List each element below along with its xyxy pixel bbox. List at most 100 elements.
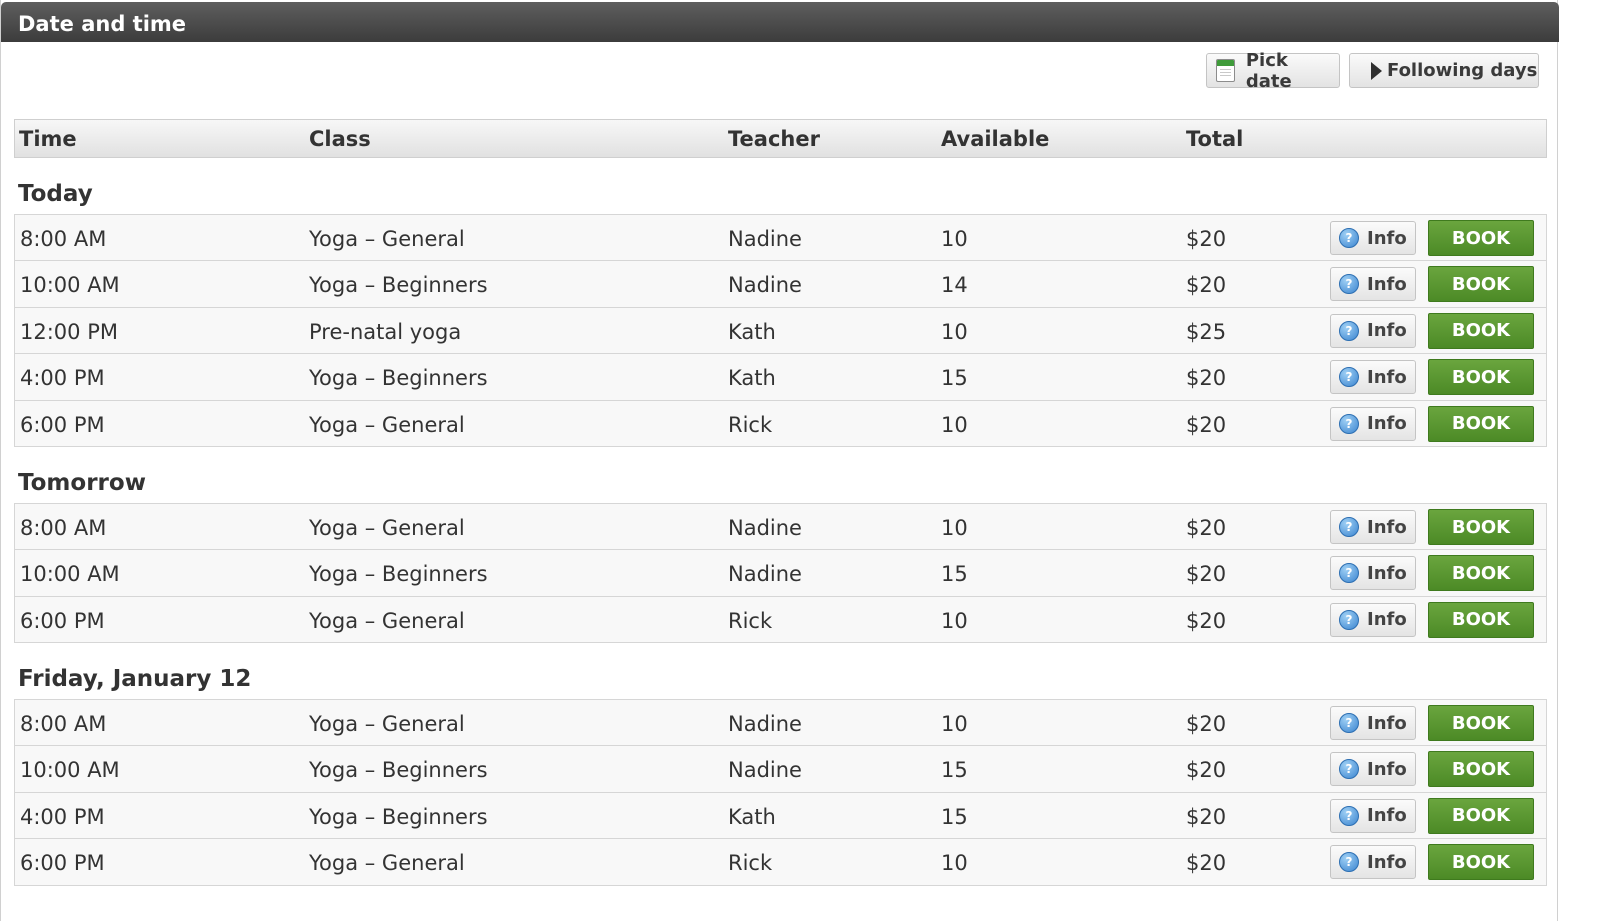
class-name: Pre-natal yoga xyxy=(309,319,462,344)
info-button[interactable]: ? Info xyxy=(1330,556,1416,591)
info-button[interactable]: ? Info xyxy=(1330,267,1416,302)
class-total: $20 xyxy=(1186,804,1227,829)
help-icon: ? xyxy=(1339,563,1359,584)
book-button[interactable]: BOOK xyxy=(1428,312,1534,349)
class-row: 4:00 PM Yoga – Beginners Kath 15 $20? Info BOO… xyxy=(15,792,1546,840)
class-total: $20 xyxy=(1186,758,1227,783)
info-label: Info xyxy=(1367,413,1407,435)
class-row: 6:00 PM Yoga – General Rick 10 $20? Info BOOK xyxy=(15,400,1546,447)
class-available: 15 xyxy=(941,758,968,783)
book-button[interactable]: BOOK xyxy=(1428,509,1534,545)
help-icon: ? xyxy=(1339,609,1359,630)
class-row: 6:00 PM Yoga – General Rick 10 $20? Info BOOK xyxy=(15,596,1546,644)
help-icon: ? xyxy=(1339,759,1359,780)
panel-title: Date and time xyxy=(18,12,187,36)
class-teacher: Kath xyxy=(728,804,776,829)
day-group-table: 8:00 AM Yoga – General Nadine 10 $20? Info BOO… xyxy=(14,699,1547,886)
info-button[interactable]: ? Info xyxy=(1330,406,1416,441)
day-heading: Tomorrow xyxy=(18,470,146,496)
class-teacher: Nadine xyxy=(728,758,802,783)
class-total: $20 xyxy=(1186,562,1227,587)
class-name: Yoga – Beginners xyxy=(309,366,488,391)
class-total: $20 xyxy=(1186,608,1227,633)
info-button[interactable]: ? Info xyxy=(1330,221,1416,255)
column-header-total: Total xyxy=(1186,127,1244,151)
class-time: 4:00 PM xyxy=(20,366,105,391)
info-label: Info xyxy=(1367,851,1407,873)
day-group-table: 8:00 AM Yoga – General Nadine 10 $20? Info BOO… xyxy=(14,214,1547,447)
class-time: 10:00 AM xyxy=(20,758,120,783)
info-label: Info xyxy=(1367,320,1407,342)
book-button[interactable]: BOOK xyxy=(1428,751,1534,788)
class-total: $20 xyxy=(1186,273,1227,298)
info-button[interactable]: ? Info xyxy=(1330,360,1416,395)
info-button[interactable]: ? Info xyxy=(1330,752,1416,787)
book-button[interactable]: BOOK xyxy=(1428,220,1534,256)
class-teacher: Kath xyxy=(728,319,776,344)
class-name: Yoga – General xyxy=(309,851,465,876)
day-heading: Friday, January 12 xyxy=(18,666,252,692)
class-time: 8:00 AM xyxy=(20,227,107,251)
book-button[interactable]: BOOK xyxy=(1428,797,1534,834)
following-days-label: Following days xyxy=(1387,60,1538,81)
book-button[interactable]: BOOK xyxy=(1428,359,1534,396)
class-name: Yoga – General xyxy=(309,227,465,251)
calendar-icon xyxy=(1216,59,1235,82)
class-available: 10 xyxy=(941,319,968,344)
info-button[interactable]: ? Info xyxy=(1330,510,1416,544)
class-teacher: Kath xyxy=(728,366,776,391)
info-label: Info xyxy=(1367,516,1407,538)
panel-titlebar: Date and time xyxy=(1,2,1559,42)
class-available: 10 xyxy=(941,412,968,437)
day-group-table: 8:00 AM Yoga – General Nadine 10 $20? Info BOO… xyxy=(14,503,1547,644)
info-label: Info xyxy=(1367,609,1407,631)
class-total: $20 xyxy=(1186,851,1227,876)
class-time: 8:00 AM xyxy=(20,712,107,736)
day-heading: Today xyxy=(18,181,93,207)
book-button[interactable]: BOOK xyxy=(1428,555,1534,592)
info-label: Info xyxy=(1367,273,1407,295)
class-available: 15 xyxy=(941,366,968,391)
pick-date-button[interactable]: Pick date xyxy=(1206,50,1340,92)
class-time: 6:00 PM xyxy=(20,608,105,633)
table-header: Time Class Teacher Available Total xyxy=(14,119,1547,158)
class-row: 8:00 AM Yoga – General Nadine 10 $20? Info BOO… xyxy=(15,504,1546,551)
class-available: 14 xyxy=(941,273,968,298)
following-days-button[interactable]: Following days xyxy=(1349,53,1539,88)
class-time: 6:00 PM xyxy=(20,412,105,437)
info-label: Info xyxy=(1367,805,1407,827)
info-label: Info xyxy=(1367,712,1407,734)
class-available: 10 xyxy=(941,608,968,633)
class-name: Yoga – Beginners xyxy=(309,804,488,829)
class-total: $20 xyxy=(1186,712,1227,736)
class-total: $25 xyxy=(1186,319,1227,344)
class-row: 10:00 AM Yoga – Beginners Nadine 15 $20? Info… xyxy=(15,550,1546,597)
book-button[interactable]: BOOK xyxy=(1428,601,1534,638)
book-button[interactable]: BOOK xyxy=(1428,266,1534,303)
class-row: 6:00 PM Yoga – General Rick 10 $20? Info BOOK xyxy=(15,839,1546,886)
help-icon: ? xyxy=(1339,367,1359,388)
help-icon: ? xyxy=(1339,852,1359,873)
help-icon: ? xyxy=(1339,413,1359,434)
class-teacher: Nadine xyxy=(728,227,802,251)
help-icon: ? xyxy=(1339,274,1359,295)
info-button[interactable]: ? Info xyxy=(1330,798,1416,833)
schedule-panel: Date and time Pick date Following days T… xyxy=(0,0,1559,921)
info-button[interactable]: ? Info xyxy=(1330,602,1416,637)
class-row: 8:00 AM Yoga – General Nadine 10 $20? Info BOO… xyxy=(15,215,1546,262)
info-button[interactable]: ? Info xyxy=(1330,845,1416,880)
class-available: 10 xyxy=(941,851,968,876)
pick-date-label: Pick date xyxy=(1245,49,1292,92)
class-teacher: Nadine xyxy=(728,273,802,298)
class-row: 10:00 AM Yoga – Beginners Nadine 15 $20? Info… xyxy=(15,746,1546,793)
book-button[interactable]: BOOK xyxy=(1428,405,1534,442)
book-button[interactable]: BOOK xyxy=(1428,844,1534,881)
info-button[interactable]: ? Info xyxy=(1330,706,1416,740)
class-total: $20 xyxy=(1186,412,1227,437)
class-teacher: Rick xyxy=(728,412,773,437)
info-button[interactable]: ? Info xyxy=(1330,313,1416,348)
class-total: $20 xyxy=(1186,366,1227,391)
info-label: Info xyxy=(1367,758,1407,780)
class-available: 15 xyxy=(941,804,968,829)
book-button[interactable]: BOOK xyxy=(1428,705,1534,741)
